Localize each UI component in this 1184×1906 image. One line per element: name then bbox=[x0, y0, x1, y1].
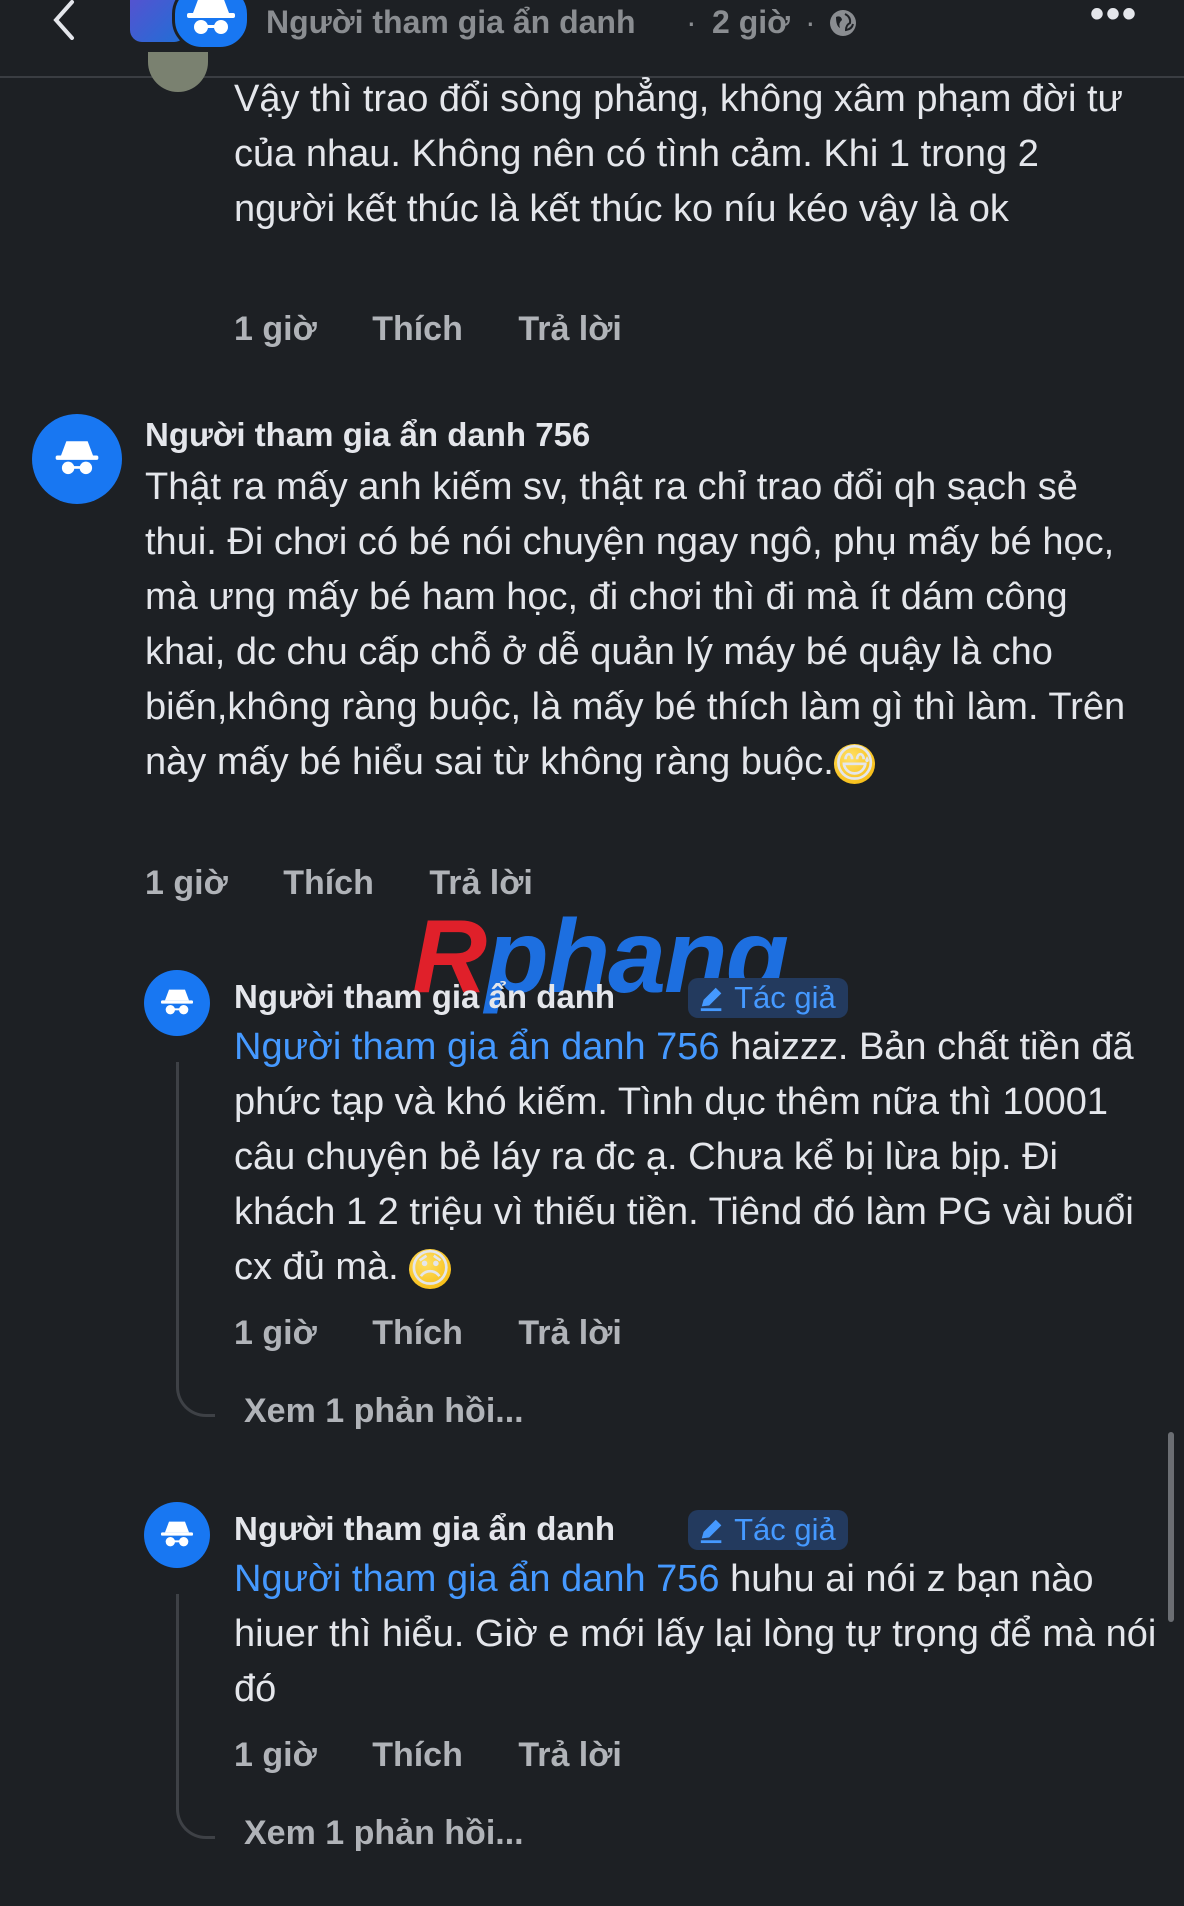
incognito-icon bbox=[187, 0, 235, 34]
thread-curve bbox=[176, 1800, 215, 1839]
author-badge: Tác giả bbox=[688, 978, 848, 1018]
commenter-name[interactable]: Người tham gia ẩn danh 756 bbox=[145, 416, 590, 454]
reply-button[interactable]: Trả lời bbox=[518, 310, 622, 349]
separator: · bbox=[686, 4, 697, 40]
pencil-icon bbox=[700, 987, 722, 1012]
avatar[interactable] bbox=[144, 1502, 210, 1568]
avatar[interactable] bbox=[148, 52, 208, 92]
thread-curve bbox=[176, 1378, 215, 1417]
comment-text-content: Thật ra mấy anh kiếm sv, thật ra chỉ tra… bbox=[145, 466, 1126, 783]
mention-link[interactable]: Người tham gia ẩn danh 756 bbox=[234, 1026, 720, 1068]
chevron-left-icon[interactable] bbox=[44, 0, 84, 40]
disappointed-emoji: 😞 bbox=[409, 1246, 451, 1291]
comment-text: Người tham gia ẩn danh 756 huhu ai nói z… bbox=[234, 1552, 1164, 1717]
commenter-name[interactable]: Người tham gia ẩn danh bbox=[234, 1510, 615, 1548]
view-more-replies-link[interactable]: Xem 1 phản hồi... bbox=[244, 1392, 524, 1431]
comment-actions: 1 giờ Thích Trả lời bbox=[234, 310, 622, 349]
reply-button[interactable]: Trả lời bbox=[518, 1314, 622, 1353]
reply-button[interactable]: Trả lời bbox=[518, 1736, 622, 1775]
thread-line bbox=[176, 1594, 179, 1802]
incognito-icon bbox=[161, 1521, 193, 1547]
incognito-icon bbox=[55, 441, 99, 475]
author-badge: Tác giả bbox=[688, 1510, 848, 1550]
commenter-name[interactable]: Người tham gia ẩn danh bbox=[234, 978, 615, 1016]
more-options-button[interactable]: ••• bbox=[1090, 0, 1138, 37]
mention-link[interactable]: Người tham gia ẩn danh 756 bbox=[234, 1558, 720, 1600]
view-more-replies-link[interactable]: Xem 1 phản hồi... bbox=[244, 1814, 524, 1853]
comment-text: Vậy thì trao đổi sòng phẳng, không xâm p… bbox=[234, 78, 1123, 230]
post-time: 2 giờ bbox=[712, 4, 790, 40]
comment-time: 1 giờ bbox=[234, 310, 317, 348]
post-author-name[interactable]: Người tham gia ẩn danh bbox=[266, 4, 636, 41]
comment-actions: 1 giờ Thích Trả lời bbox=[234, 1314, 622, 1353]
comment-time: 1 giờ bbox=[234, 1314, 317, 1352]
thread-line bbox=[176, 1062, 179, 1380]
comment-text: Thật ra mấy anh kiếm sv, thật ra chỉ tra… bbox=[145, 460, 1155, 790]
pencil-icon bbox=[700, 1519, 722, 1544]
globe-icon bbox=[830, 10, 856, 36]
avatar[interactable] bbox=[144, 970, 210, 1036]
comment-time: 1 giờ bbox=[234, 1736, 317, 1774]
author-avatar[interactable] bbox=[172, 0, 250, 50]
like-button[interactable]: Thích bbox=[372, 1314, 463, 1353]
avatar[interactable] bbox=[32, 414, 122, 504]
scrollbar[interactable] bbox=[1168, 1432, 1174, 1622]
comment-thread-screen: Người tham gia ẩn danh · 2 giờ · ••• Vậy… bbox=[0, 0, 1184, 1906]
separator: · bbox=[805, 4, 816, 40]
like-button[interactable]: Thích bbox=[372, 1736, 463, 1775]
author-badge-label: Tác giả bbox=[734, 980, 836, 1015]
like-button[interactable]: Thích bbox=[283, 864, 374, 903]
author-badge-label: Tác giả bbox=[734, 1512, 836, 1547]
comment-time: 1 giờ bbox=[145, 864, 228, 902]
comment-text: Người tham gia ẩn danh 756 haizzz. Bản c… bbox=[234, 1020, 1164, 1295]
like-button[interactable]: Thích bbox=[372, 310, 463, 349]
comment-actions: 1 giờ Thích Trả lời bbox=[234, 1736, 622, 1775]
grinning-sweat-emoji: 😅 bbox=[833, 741, 876, 786]
incognito-icon bbox=[161, 989, 193, 1015]
